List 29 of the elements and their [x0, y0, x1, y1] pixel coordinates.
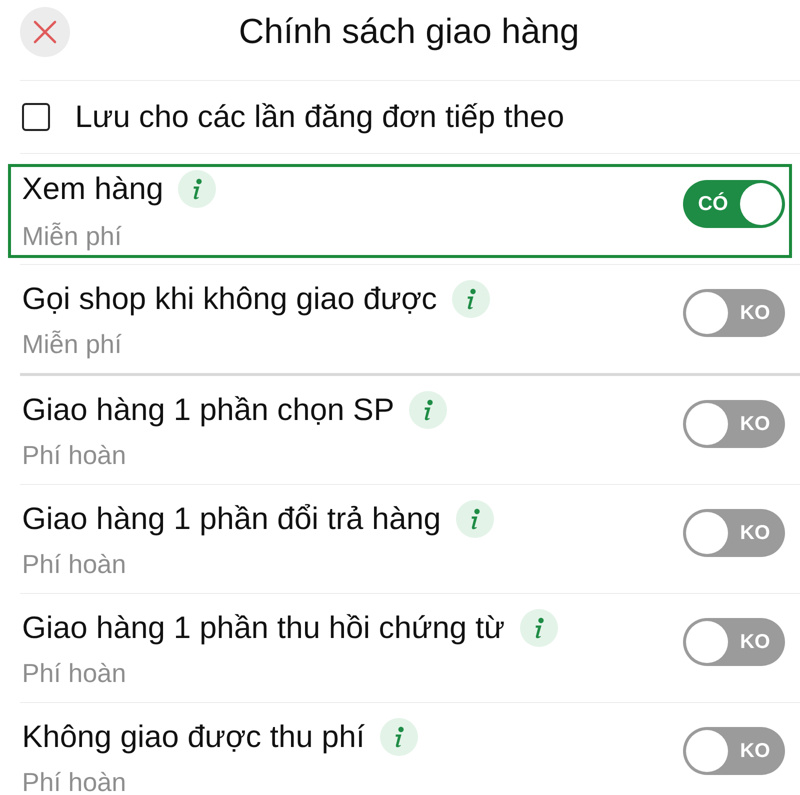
toggle-switch[interactable]: KO — [683, 727, 785, 775]
info-icon[interactable] — [520, 609, 558, 647]
option-fee: Miễn phí — [22, 329, 122, 359]
toggle-switch[interactable]: KO — [683, 289, 785, 337]
option-fee: Phí hoàn — [22, 767, 126, 795]
option-title: Không giao được thu phí — [22, 719, 365, 755]
toggle-switch[interactable]: KO — [683, 509, 785, 557]
checkbox-label[interactable]: Lưu cho các lần đăng đơn tiếp theo — [75, 98, 564, 136]
option-title: Giao hàng 1 phần thu hồi chứng từ — [22, 610, 505, 646]
info-icon[interactable] — [452, 280, 490, 318]
option-title: Xem hàng — [22, 171, 164, 207]
info-icon[interactable] — [409, 391, 448, 429]
toggle-switch[interactable]: KO — [683, 400, 785, 448]
option-fee: Phí hoàn — [22, 658, 126, 688]
option-title: Gọi shop khi không giao được — [22, 281, 438, 317]
option-fee: Phí hoàn — [22, 549, 126, 579]
page-title: Chính sách giao hàng — [238, 11, 580, 53]
option-fee: Phí hoàn — [22, 440, 126, 470]
option-title: Giao hàng 1 phần chọn SP — [22, 392, 394, 428]
toggle-switch[interactable]: CÓ — [683, 180, 785, 228]
info-icon[interactable] — [456, 500, 494, 538]
info-icon[interactable] — [178, 170, 216, 208]
toggle-switch[interactable]: KO — [683, 618, 785, 666]
close-icon — [33, 20, 57, 44]
close-button[interactable] — [20, 7, 70, 57]
option-title: Giao hàng 1 phần đổi trả hàng — [22, 501, 441, 537]
option-fee: Miễn phí — [22, 221, 122, 251]
checkbox[interactable] — [22, 103, 50, 131]
info-icon[interactable] — [380, 718, 418, 756]
